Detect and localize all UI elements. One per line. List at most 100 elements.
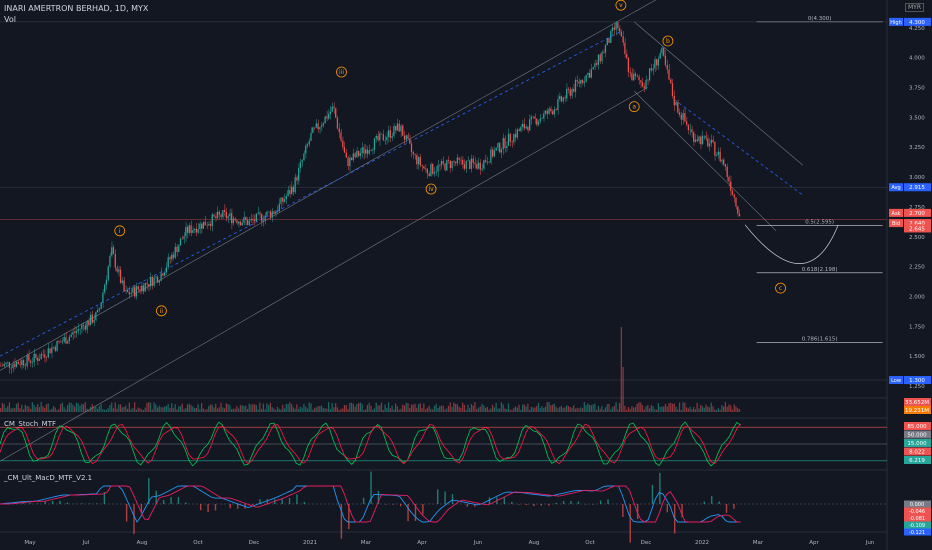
candle-body <box>507 133 510 146</box>
volume-bar <box>38 407 41 412</box>
candle-body <box>91 314 93 323</box>
volume-bar <box>567 406 570 412</box>
volume-bar <box>269 402 272 412</box>
y-tick-label: 4.000 <box>909 56 925 62</box>
candle-body <box>29 360 32 363</box>
candle-body <box>5 362 7 364</box>
candle-body <box>289 190 291 195</box>
volume-bar <box>243 405 245 412</box>
currency-badge: MYR <box>904 3 924 12</box>
volume-bar <box>186 404 189 412</box>
volume-bar <box>268 405 270 412</box>
candle-body <box>227 216 229 219</box>
candle-body <box>298 168 300 181</box>
candle-body <box>648 68 651 81</box>
volume-bar <box>146 403 148 412</box>
volume-bar <box>345 405 347 412</box>
volume-bar <box>239 405 242 412</box>
volume-bar <box>636 403 638 412</box>
candle-body <box>574 80 577 92</box>
volume-bar <box>260 408 263 412</box>
volume-bar <box>42 406 44 412</box>
symbol-title[interactable]: INARI AMERTRON BERHAD, 1D, MYX <box>4 3 148 14</box>
volume-bar <box>253 404 256 412</box>
macd-pane-title: _CM_Ult_MacD_MTF_V2.1 <box>4 474 93 482</box>
volume-bar <box>675 406 677 412</box>
candle-body <box>171 254 173 260</box>
candle-body <box>573 88 575 92</box>
volume-bar <box>165 405 167 412</box>
volume-bar <box>544 406 547 412</box>
candle-body <box>641 82 644 87</box>
macd-histogram-bar <box>385 504 387 505</box>
candle-body <box>252 218 254 220</box>
candle-body <box>664 55 667 66</box>
candle-body <box>315 123 317 128</box>
candle-body <box>21 360 23 365</box>
candle-body <box>54 346 56 351</box>
candle-body <box>118 269 120 272</box>
candle-body <box>439 165 441 166</box>
candle-body <box>223 210 226 212</box>
volume-bar <box>483 405 485 412</box>
macd-histogram-bar <box>436 489 439 504</box>
x-tick-label: Mar <box>753 540 764 546</box>
volume-bar <box>336 407 339 412</box>
candle-body <box>109 255 111 267</box>
candle-body <box>693 132 695 142</box>
volume-bar <box>82 404 85 412</box>
y-tick-label: 3.000 <box>909 175 925 181</box>
volume-bar <box>620 327 622 412</box>
price-value-label: 2.700 <box>909 211 925 217</box>
volume-bar <box>213 407 215 412</box>
volume-bar <box>624 405 626 412</box>
wave-label-text: v <box>619 2 623 9</box>
volume-bar <box>615 402 617 412</box>
volume-bar <box>308 402 310 412</box>
volume-bar <box>417 403 420 412</box>
candle-body <box>652 68 654 71</box>
volume-bar <box>340 408 342 412</box>
volume-bar <box>440 405 443 412</box>
macd-histogram-bar <box>162 499 165 504</box>
volume-bar <box>342 408 344 412</box>
volume-bar <box>449 402 451 412</box>
candle-body <box>305 145 307 154</box>
candle-body <box>65 337 67 344</box>
macd-histogram-bar <box>555 502 557 504</box>
candle-body <box>183 236 185 240</box>
volume-bar <box>400 408 402 412</box>
volume-bar <box>500 402 503 412</box>
candle-body <box>604 45 607 53</box>
chart-canvas[interactable]: 4.5004.2504.0003.7503.5003.2503.0002.750… <box>0 0 932 550</box>
volume-bar <box>86 408 88 412</box>
volume-bar <box>588 404 591 412</box>
candle-body <box>491 149 494 157</box>
candle-body <box>47 348 49 358</box>
candle-body <box>671 83 674 96</box>
candle-body <box>209 224 212 227</box>
volume-bar <box>79 405 81 412</box>
volume-bar <box>155 404 157 412</box>
volume-bar <box>377 405 379 412</box>
volume-bar <box>458 406 460 412</box>
candle-body <box>0 365 2 367</box>
fib-level-label: 0.618(2.198) <box>802 267 838 273</box>
volume-bar <box>77 403 79 412</box>
candle-body <box>282 197 284 202</box>
volume-bar <box>701 406 704 412</box>
volume-bar <box>49 409 51 412</box>
candle-body <box>698 136 700 142</box>
volume-bar <box>379 405 381 412</box>
volume-bar <box>75 402 78 412</box>
volume-bar <box>331 402 333 412</box>
volume-bar <box>412 404 414 412</box>
candle-body <box>59 341 62 343</box>
candle-body <box>567 88 570 90</box>
candle-body <box>712 139 714 143</box>
volume-bar <box>134 402 136 412</box>
volume-bar <box>463 404 466 412</box>
candle-body <box>225 211 227 219</box>
macd-histogram-bar <box>592 504 594 505</box>
volume-bar <box>650 405 652 412</box>
